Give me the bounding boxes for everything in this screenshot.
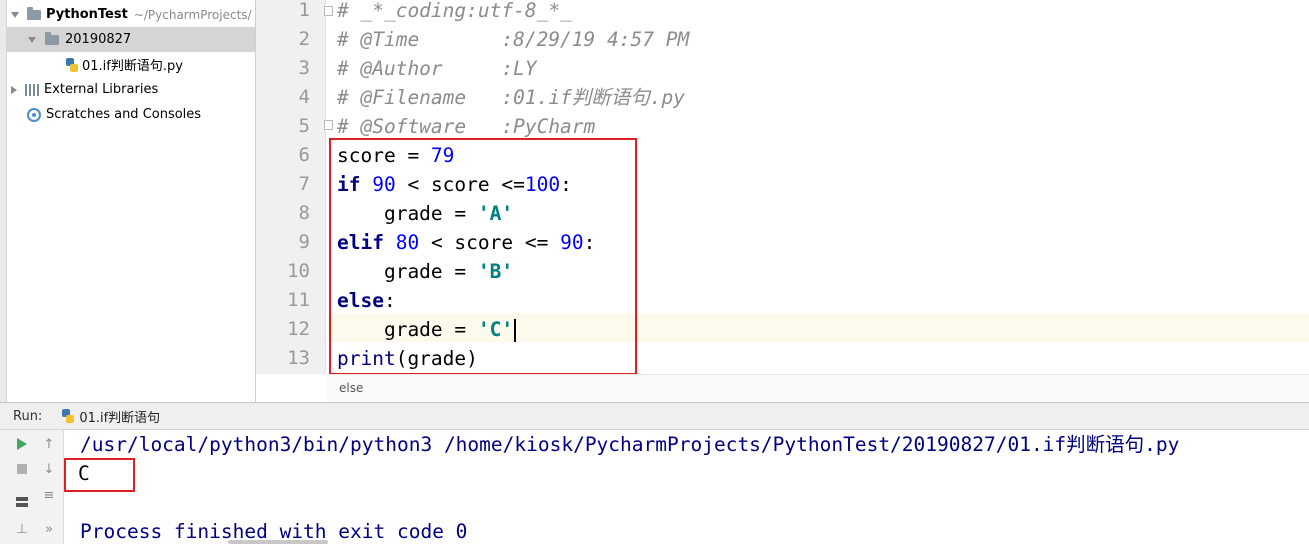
- arrow-up-icon: ↑: [43, 436, 55, 452]
- external-libraries-label: External Libraries: [44, 82, 159, 97]
- run-configuration-tab[interactable]: 01.if判断语句: [62, 407, 160, 426]
- expand-arrow-icon[interactable]: [28, 36, 36, 43]
- layout-icon: [16, 497, 28, 507]
- breadcrumb-bar: else: [327, 374, 1309, 402]
- line-number-gutter: 1 2 3 4 5 6 7 8 9 10 11 12 13: [256, 0, 326, 374]
- line-number: 3: [298, 57, 310, 79]
- line-number: 7: [298, 173, 310, 195]
- line-number: 12: [287, 318, 310, 340]
- project-tool-window: PythonTest ~/PycharmProjects/ 20190827 0…: [0, 0, 256, 402]
- code-line-3[interactable]: # @Author :LY: [337, 54, 537, 83]
- folder-icon: [27, 6, 41, 20]
- collapse-arrow-icon[interactable]: [11, 85, 17, 94]
- scroll-up-button[interactable]: ↑: [41, 436, 57, 452]
- code-highlight-box: [329, 138, 637, 375]
- more-actions-button[interactable]: »: [41, 521, 57, 537]
- folder-icon: [45, 31, 59, 45]
- run-label: Run:: [13, 408, 43, 424]
- fold-marker-icon[interactable]: [324, 120, 333, 130]
- pin-icon: ⊥: [16, 521, 28, 537]
- stop-button[interactable]: [14, 461, 30, 477]
- library-icon: [25, 83, 39, 96]
- console-command-line: /usr/local/python3/bin/python3 /home/kio…: [80, 433, 1180, 456]
- arrow-down-icon: ↓: [43, 461, 55, 477]
- tree-item-folder-20190827[interactable]: 20190827: [7, 27, 255, 52]
- project-root-name: PythonTest: [46, 7, 128, 22]
- scratches-label: Scratches and Consoles: [46, 107, 202, 122]
- line-number: 11: [287, 289, 310, 311]
- project-side-strip: [0, 0, 7, 402]
- line-number: 2: [298, 28, 310, 50]
- tree-item-python-file[interactable]: 01.if判断语句.py: [7, 52, 255, 77]
- code-line-4[interactable]: # @Filename :01.if判断语句.py: [337, 83, 685, 112]
- line-number: 8: [298, 202, 310, 224]
- line-number: 6: [298, 144, 310, 166]
- tree-item-project-root[interactable]: PythonTest ~/PycharmProjects/: [7, 2, 255, 27]
- stop-icon: [17, 464, 27, 474]
- tree-item-external-libraries[interactable]: External Libraries: [7, 77, 255, 102]
- run-console[interactable]: /usr/local/python3/bin/python3 /home/kio…: [64, 430, 1309, 544]
- code-line-2[interactable]: # @Time :8/29/19 4:57 PM: [337, 25, 689, 54]
- python-file-icon: [62, 409, 75, 423]
- code-editor[interactable]: 1 2 3 4 5 6 7 8 9 10 11 12 13 # _*_codin…: [256, 0, 1309, 402]
- line-number: 10: [287, 260, 310, 282]
- output-highlight-box: [64, 458, 135, 492]
- run-toolbar: ↑ ↓ ≡ ⊥ »: [0, 430, 64, 544]
- code-line-1[interactable]: # _*_coding:utf-8_*_: [337, 0, 572, 25]
- line-number: 13: [287, 347, 310, 369]
- line-number: 1: [298, 0, 310, 21]
- file-name: 01.if判断语句.py: [82, 59, 183, 74]
- project-root-path: ~/PycharmProjects/: [133, 7, 252, 22]
- folder-name: 20190827: [65, 32, 132, 47]
- line-number: 9: [298, 231, 310, 253]
- fold-marker-icon[interactable]: [324, 6, 333, 16]
- pin-button[interactable]: ⊥: [14, 521, 30, 537]
- tree-item-scratches[interactable]: Scratches and Consoles: [7, 102, 255, 127]
- code-line-5[interactable]: # @Software :PyCharm: [337, 112, 595, 141]
- run-tab-label: 01.if判断语句: [79, 410, 161, 426]
- soft-wrap-icon: ≡: [43, 487, 55, 503]
- restore-layout-button[interactable]: [14, 494, 30, 510]
- scroll-down-button[interactable]: ↓: [41, 461, 57, 477]
- more-icon: »: [45, 521, 53, 537]
- scratches-icon: [27, 107, 41, 122]
- play-icon: [17, 438, 27, 450]
- line-number: 5: [298, 115, 310, 137]
- line-number: 4: [298, 86, 310, 108]
- breadcrumb-item[interactable]: else: [339, 381, 363, 395]
- run-tool-window-header: Run: 01.if判断语句: [0, 402, 1309, 430]
- expand-arrow-icon[interactable]: [11, 11, 19, 18]
- horizontal-scrollbar[interactable]: [228, 540, 328, 544]
- python-file-icon: [66, 57, 78, 72]
- soft-wrap-button[interactable]: ≡: [41, 487, 57, 503]
- rerun-button[interactable]: [14, 436, 30, 452]
